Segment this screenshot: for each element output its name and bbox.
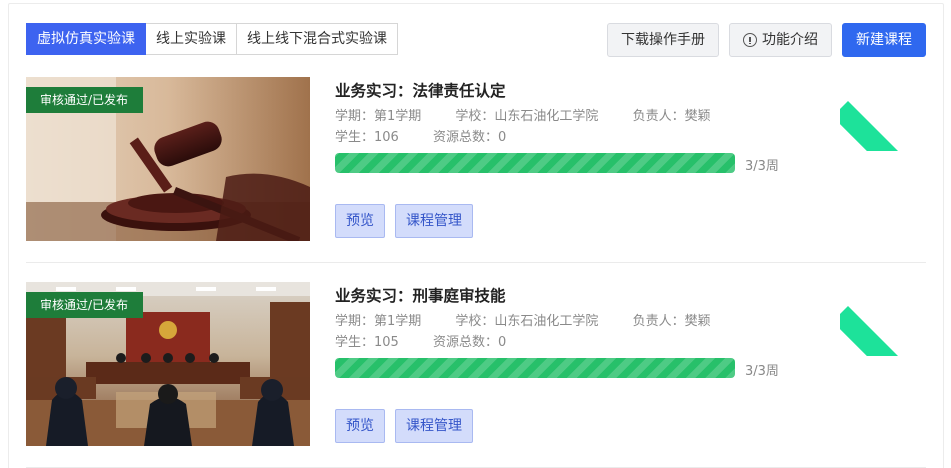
new-course-label: 新建课程 bbox=[856, 32, 912, 48]
progress-text: 3/3周 bbox=[745, 159, 779, 174]
progress-fill bbox=[335, 358, 735, 378]
course-type-tabs: 虚拟仿真实验课 线上实验课 线上线下混合式实验课 bbox=[26, 23, 398, 55]
public-course-ribbon: 公开课 bbox=[840, 77, 926, 151]
course-owner: 负责人：樊颖 bbox=[632, 109, 711, 124]
preview-button[interactable]: 预览 bbox=[335, 204, 385, 238]
toolbar-actions: 下载操作手册 功能介绍 新建课程 bbox=[607, 23, 926, 57]
course-resources: 资源总数：0 bbox=[432, 130, 507, 145]
status-badge: 审核通过/已发布 bbox=[26, 87, 144, 113]
new-course-button[interactable]: 新建课程 bbox=[842, 23, 926, 57]
course-meta-row1: 学期：第1学期 学校：山东石油化工学院 负责人：樊颖 bbox=[335, 105, 711, 124]
course-thumbnail-courtroom[interactable]: 审核通过/已发布 bbox=[26, 282, 310, 446]
course-thumbnail-gavel[interactable]: 审核通过/已发布 bbox=[26, 77, 310, 241]
course-owner: 负责人：樊颖 bbox=[632, 314, 711, 329]
progress-fill bbox=[335, 153, 735, 173]
course-card: 审核通过/已发布 业务实习：法律责任认定 学期：第1学期 学校：山东石油化工学院… bbox=[26, 77, 926, 263]
progress-bar bbox=[335, 358, 735, 378]
info-circle-icon bbox=[743, 33, 757, 47]
tab-virtual-sim[interactable]: 虚拟仿真实验课 bbox=[26, 23, 146, 55]
download-manual-label: 下载操作手册 bbox=[621, 32, 705, 48]
course-school: 学校：山东石油化工学院 bbox=[455, 109, 599, 124]
progress-bar bbox=[335, 153, 735, 173]
course-term: 学期：第1学期 bbox=[335, 109, 422, 124]
course-title[interactable]: 业务实习：刑事庭审技能 bbox=[335, 284, 506, 306]
progress-text: 3/3周 bbox=[745, 364, 779, 379]
course-title[interactable]: 业务实习：法律责任认定 bbox=[335, 79, 506, 101]
feature-intro-label: 功能介绍 bbox=[762, 32, 818, 48]
status-badge: 审核通过/已发布 bbox=[26, 292, 144, 318]
course-card: 审核通过/已发布 业务实习：刑事庭审技能 学期：第1学期 学校：山东石油化工学院… bbox=[26, 282, 926, 468]
course-students: 学生：105 bbox=[335, 335, 399, 350]
course-manage-button[interactable]: 课程管理 bbox=[395, 409, 473, 443]
course-meta-row2: 学生：106 资源总数：0 bbox=[335, 126, 506, 145]
course-school: 学校：山东石油化工学院 bbox=[455, 314, 599, 329]
download-manual-button[interactable]: 下载操作手册 bbox=[607, 23, 719, 57]
course-manage-button[interactable]: 课程管理 bbox=[395, 204, 473, 238]
course-resources: 资源总数：0 bbox=[432, 335, 507, 350]
card-divider bbox=[26, 262, 926, 263]
course-students: 学生：106 bbox=[335, 130, 399, 145]
public-course-ribbon: 公开课 bbox=[840, 282, 926, 356]
tab-online[interactable]: 线上实验课 bbox=[146, 23, 237, 55]
feature-intro-button[interactable]: 功能介绍 bbox=[729, 23, 832, 57]
course-meta-row2: 学生：105 资源总数：0 bbox=[335, 331, 506, 350]
course-term: 学期：第1学期 bbox=[335, 314, 422, 329]
tab-hybrid[interactable]: 线上线下混合式实验课 bbox=[237, 23, 398, 55]
course-meta-row1: 学期：第1学期 学校：山东石油化工学院 负责人：樊颖 bbox=[335, 310, 711, 329]
preview-button[interactable]: 预览 bbox=[335, 409, 385, 443]
